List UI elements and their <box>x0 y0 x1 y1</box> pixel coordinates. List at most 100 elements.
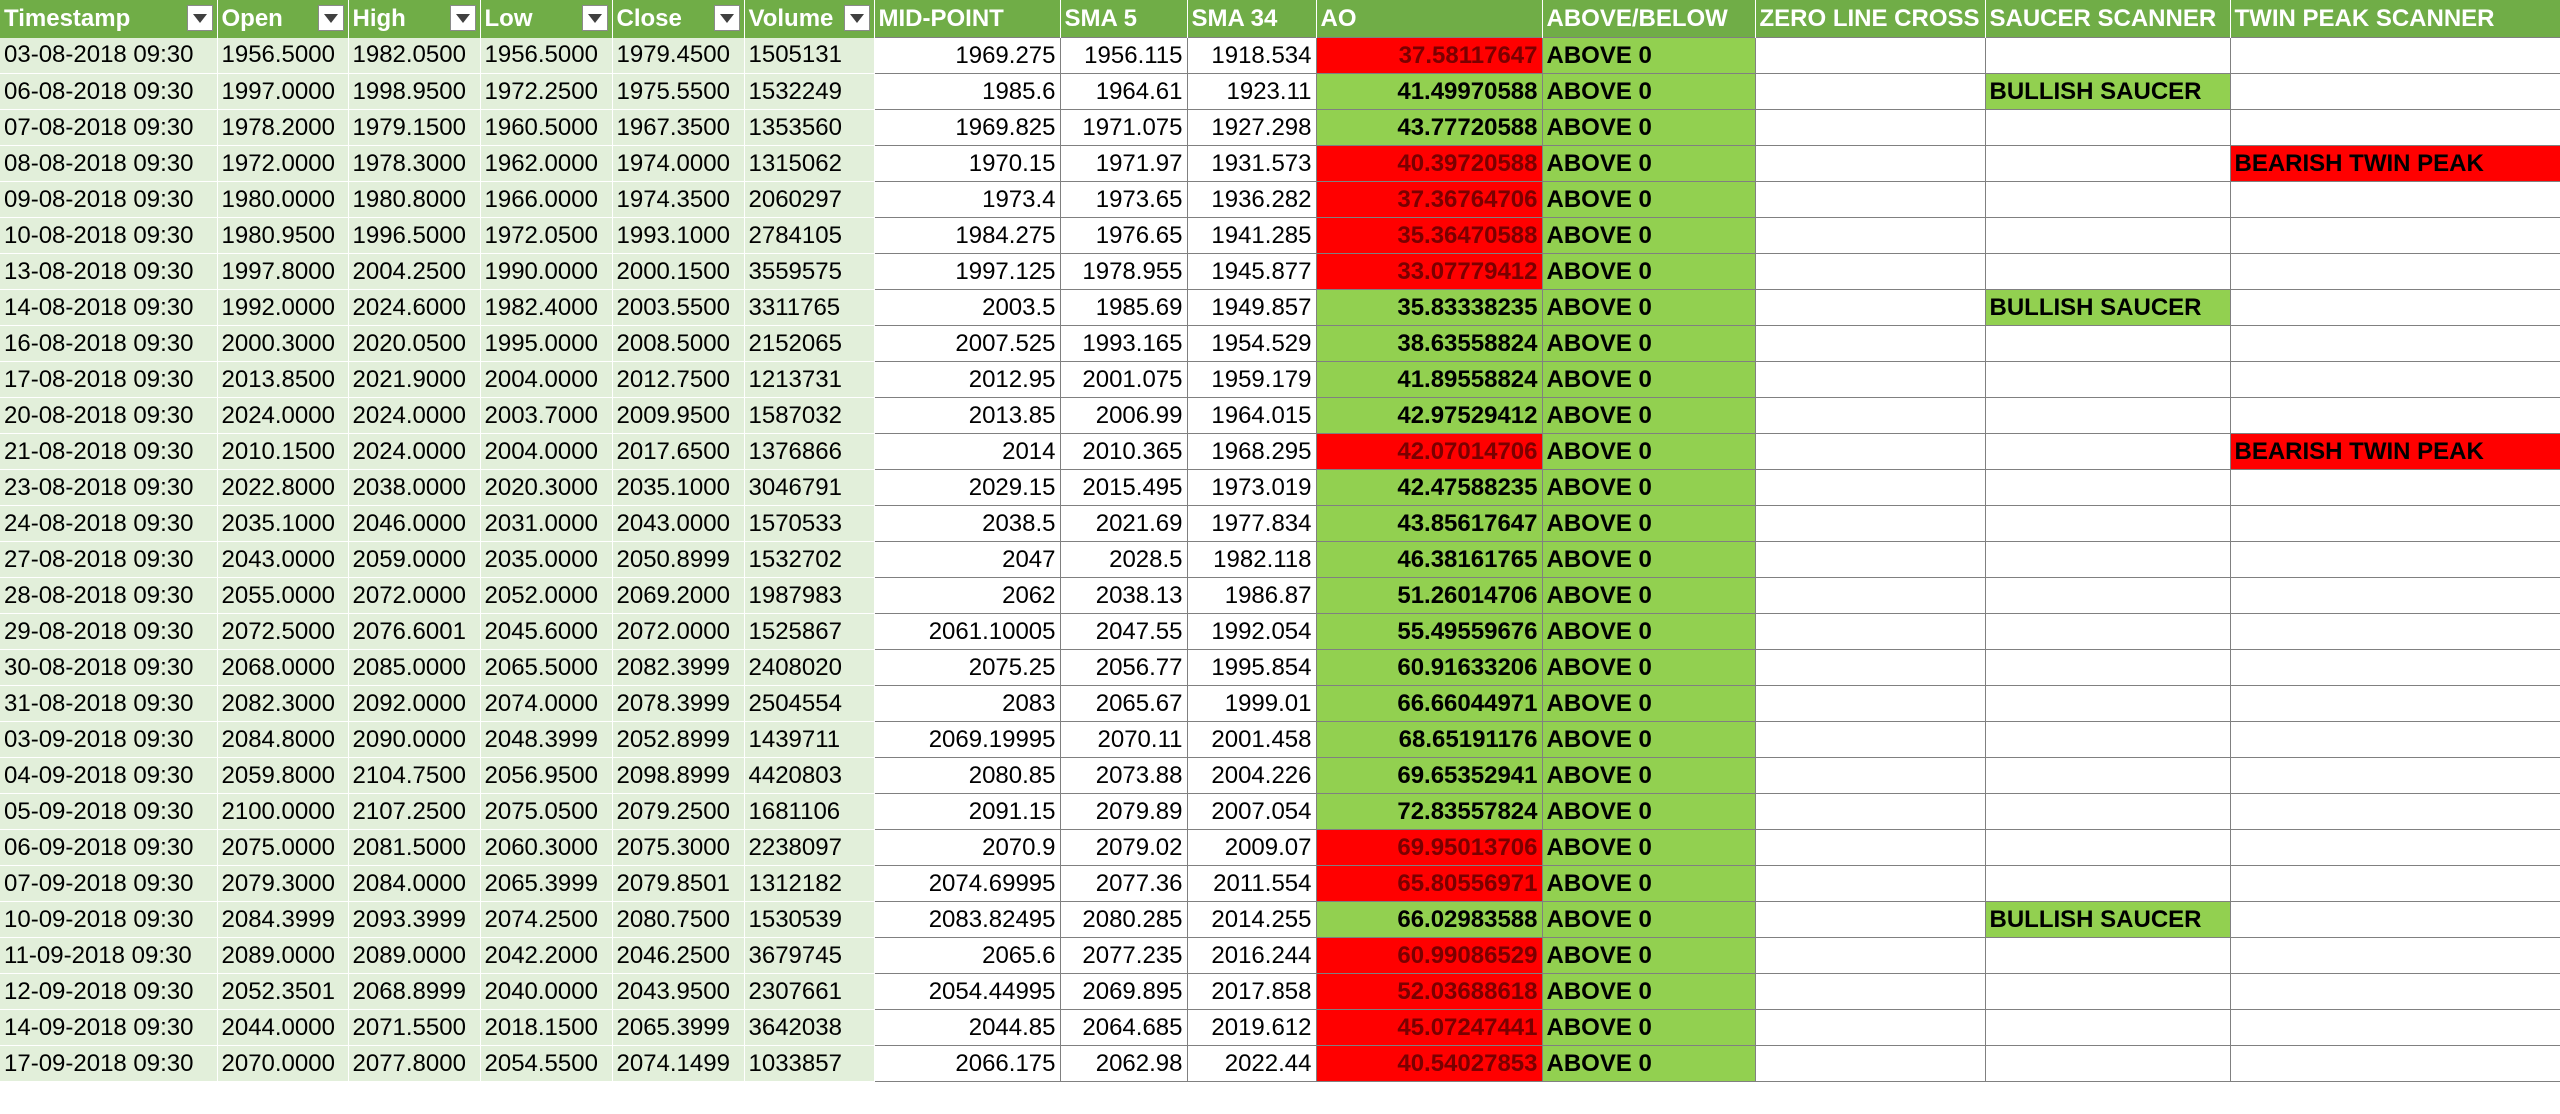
cell-high[interactable]: 2046.0000 <box>348 505 481 542</box>
cell-sma-34[interactable]: 1923.11 <box>1186 73 1317 110</box>
cell-above-below[interactable]: ABOVE 0 <box>1541 325 1756 362</box>
cell-mid-point[interactable]: 2038.5 <box>873 505 1061 542</box>
cell-high[interactable]: 2020.0500 <box>348 325 481 362</box>
cell-volume[interactable]: 2060297 <box>744 181 875 218</box>
cell-open[interactable]: 2024.0000 <box>217 397 349 434</box>
cell-close[interactable]: 2009.9500 <box>612 397 745 434</box>
cell-twin-peak-scanner[interactable] <box>2229 253 2560 290</box>
cell-volume[interactable]: 2408020 <box>744 649 875 686</box>
cell-timestamp[interactable]: 10-08-2018 09:30 <box>0 217 218 254</box>
cell-mid-point[interactable]: 1970.15 <box>873 145 1061 182</box>
cell-volume[interactable]: 1353560 <box>744 109 875 146</box>
cell-sma-5[interactable]: 1964.61 <box>1059 73 1188 110</box>
column-header-saucer-scanner[interactable]: SAUCER SCANNER <box>1985 0 2231 38</box>
cell-timestamp[interactable]: 17-08-2018 09:30 <box>0 361 218 398</box>
cell-close[interactable]: 2072.0000 <box>612 613 745 650</box>
cell-zero-line-cross[interactable] <box>1754 541 1986 578</box>
cell-above-below[interactable]: ABOVE 0 <box>1541 289 1756 326</box>
cell-low[interactable]: 1972.0500 <box>480 217 613 254</box>
cell-sma-5[interactable]: 2056.77 <box>1059 649 1188 686</box>
cell-ao[interactable]: 33.07779412 <box>1315 253 1543 290</box>
cell-saucer-scanner[interactable] <box>1984 361 2231 398</box>
cell-low[interactable]: 1960.5000 <box>480 109 613 146</box>
cell-saucer-scanner[interactable] <box>1984 397 2231 434</box>
cell-twin-peak-scanner[interactable]: BEARISH TWIN PEAK <box>2229 433 2560 470</box>
cell-close[interactable]: 2043.0000 <box>612 505 745 542</box>
cell-mid-point[interactable]: 2065.6 <box>873 937 1061 974</box>
column-header-mid-point[interactable]: MID-POINT <box>874 0 1061 38</box>
cell-twin-peak-scanner[interactable] <box>2229 1009 2560 1046</box>
cell-twin-peak-scanner[interactable] <box>2229 793 2560 830</box>
cell-above-below[interactable]: ABOVE 0 <box>1541 721 1756 758</box>
cell-low[interactable]: 1995.0000 <box>480 325 613 362</box>
cell-timestamp[interactable]: 06-09-2018 09:30 <box>0 829 218 866</box>
cell-low[interactable]: 1990.0000 <box>480 253 613 290</box>
cell-sma-34[interactable]: 1941.285 <box>1186 217 1317 254</box>
cell-timestamp[interactable]: 14-09-2018 09:30 <box>0 1009 218 1046</box>
cell-high[interactable]: 1978.3000 <box>348 145 481 182</box>
cell-open[interactable]: 2035.1000 <box>217 505 349 542</box>
cell-ao[interactable]: 35.36470588 <box>1315 217 1543 254</box>
cell-saucer-scanner[interactable] <box>1984 577 2231 614</box>
cell-close[interactable]: 2046.2500 <box>612 937 745 974</box>
cell-sma-34[interactable]: 1982.118 <box>1186 541 1317 578</box>
cell-mid-point[interactable]: 2061.10005 <box>873 613 1061 650</box>
cell-open[interactable]: 1956.5000 <box>217 37 349 74</box>
cell-zero-line-cross[interactable] <box>1754 505 1986 542</box>
cell-zero-line-cross[interactable] <box>1754 469 1986 506</box>
cell-saucer-scanner[interactable] <box>1984 793 2231 830</box>
cell-sma-34[interactable]: 2014.255 <box>1186 901 1317 938</box>
cell-low[interactable]: 1972.2500 <box>480 73 613 110</box>
column-header-low[interactable]: Low <box>480 0 613 38</box>
cell-mid-point[interactable]: 2007.525 <box>873 325 1061 362</box>
cell-mid-point[interactable]: 2003.5 <box>873 289 1061 326</box>
cell-mid-point[interactable]: 2091.15 <box>873 793 1061 830</box>
cell-sma-5[interactable]: 1978.955 <box>1059 253 1188 290</box>
cell-low[interactable]: 2018.1500 <box>480 1009 613 1046</box>
cell-close[interactable]: 1979.4500 <box>612 37 745 74</box>
cell-mid-point[interactable]: 2054.44995 <box>873 973 1061 1010</box>
cell-volume[interactable]: 2504554 <box>744 685 875 722</box>
cell-mid-point[interactable]: 2012.95 <box>873 361 1061 398</box>
cell-close[interactable]: 2079.8501 <box>612 865 745 902</box>
cell-saucer-scanner[interactable] <box>1984 1009 2231 1046</box>
cell-close[interactable]: 2012.7500 <box>612 361 745 398</box>
cell-above-below[interactable]: ABOVE 0 <box>1541 433 1756 470</box>
cell-sma-34[interactable]: 1977.834 <box>1186 505 1317 542</box>
cell-timestamp[interactable]: 08-08-2018 09:30 <box>0 145 218 182</box>
cell-zero-line-cross[interactable] <box>1754 433 1986 470</box>
cell-timestamp[interactable]: 07-08-2018 09:30 <box>0 109 218 146</box>
cell-open[interactable]: 2000.3000 <box>217 325 349 362</box>
cell-zero-line-cross[interactable] <box>1754 721 1986 758</box>
cell-open[interactable]: 2084.3999 <box>217 901 349 938</box>
cell-zero-line-cross[interactable] <box>1754 973 1986 1010</box>
cell-timestamp[interactable]: 12-09-2018 09:30 <box>0 973 218 1010</box>
cell-mid-point[interactable]: 2070.9 <box>873 829 1061 866</box>
cell-sma-34[interactable]: 1927.298 <box>1186 109 1317 146</box>
cell-zero-line-cross[interactable] <box>1754 37 1986 74</box>
column-header-above-below[interactable]: ABOVE/BELOW <box>1542 0 1756 38</box>
cell-close[interactable]: 2080.7500 <box>612 901 745 938</box>
cell-zero-line-cross[interactable] <box>1754 649 1986 686</box>
cell-open[interactable]: 2044.0000 <box>217 1009 349 1046</box>
cell-zero-line-cross[interactable] <box>1754 397 1986 434</box>
cell-zero-line-cross[interactable] <box>1754 685 1986 722</box>
cell-open[interactable]: 2082.3000 <box>217 685 349 722</box>
cell-twin-peak-scanner[interactable] <box>2229 649 2560 686</box>
cell-high[interactable]: 2077.8000 <box>348 1045 481 1082</box>
cell-sma-5[interactable]: 1971.97 <box>1059 145 1188 182</box>
cell-ao[interactable]: 60.91633206 <box>1315 649 1543 686</box>
cell-saucer-scanner[interactable] <box>1984 649 2231 686</box>
cell-open[interactable]: 2022.8000 <box>217 469 349 506</box>
cell-ao[interactable]: 42.07014706 <box>1315 433 1543 470</box>
cell-volume[interactable]: 1312182 <box>744 865 875 902</box>
cell-twin-peak-scanner[interactable] <box>2229 73 2560 110</box>
cell-low[interactable]: 2065.3999 <box>480 865 613 902</box>
cell-above-below[interactable]: ABOVE 0 <box>1541 685 1756 722</box>
cell-above-below[interactable]: ABOVE 0 <box>1541 901 1756 938</box>
cell-ao[interactable]: 40.54027853 <box>1315 1045 1543 1082</box>
cell-low[interactable]: 2003.7000 <box>480 397 613 434</box>
cell-timestamp[interactable]: 09-08-2018 09:30 <box>0 181 218 218</box>
cell-saucer-scanner[interactable] <box>1984 541 2231 578</box>
cell-above-below[interactable]: ABOVE 0 <box>1541 973 1756 1010</box>
